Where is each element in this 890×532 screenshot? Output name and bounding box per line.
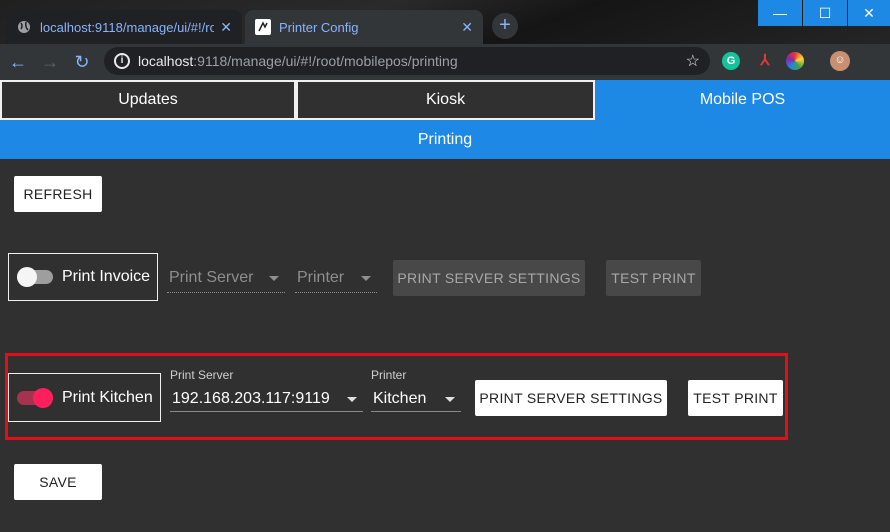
close-tab-icon[interactable]: ✕ <box>220 19 232 36</box>
forward-arrow-icon[interactable]: → <box>40 52 60 72</box>
main-nav-tabs: Updates Kiosk Mobile POS <box>0 80 890 120</box>
print-kitchen-label: Print Kitchen <box>62 388 153 406</box>
color-wheel-icon[interactable] <box>786 52 804 70</box>
url-text: localhost:9118/manage/ui/#!/root/mobilep… <box>138 53 458 69</box>
invoice-print-server-placeholder: Print Server <box>169 269 254 286</box>
tab-updates[interactable]: Updates <box>0 80 296 120</box>
profile-avatar[interactable]: ☺ <box>830 51 850 71</box>
chevron-down-icon <box>269 276 279 281</box>
pdf-icon[interactable]: ⅄ <box>756 52 774 70</box>
tab-title: Printer Config <box>279 19 359 35</box>
print-kitchen-toggle-group[interactable]: Print Kitchen <box>8 373 161 422</box>
kitchen-printer-select[interactable]: Printer Kitchen <box>371 368 461 412</box>
maximize-window-button[interactable]: ☐ <box>803 0 847 26</box>
chevron-down-icon <box>361 276 371 281</box>
invoice-print-server-select[interactable]: Print Server <box>167 262 285 294</box>
print-invoice-label: Print Invoice <box>62 268 151 285</box>
print-invoice-switch[interactable] <box>17 267 53 287</box>
switch-knob <box>33 387 53 408</box>
kitchen-test-print-button[interactable]: TEST PRINT <box>688 380 783 416</box>
browser-tab-localhost[interactable]: localhost:9118/manage/ui/#!/root ✕ <box>6 10 242 44</box>
grammarly-icon[interactable]: G <box>722 52 740 70</box>
select-underline <box>170 411 363 412</box>
invoice-printer-select[interactable]: Printer <box>295 262 377 294</box>
save-button[interactable]: SAVE <box>14 464 102 500</box>
minimize-window-button[interactable]: — <box>758 0 802 26</box>
close-tab-icon[interactable]: ✕ <box>461 19 473 36</box>
close-window-button[interactable]: ✕ <box>848 0 890 26</box>
bookmark-star-icon[interactable]: ☆ <box>686 51 700 71</box>
switch-knob <box>17 267 37 287</box>
address-bar[interactable]: i localhost:9118/manage/ui/#!/root/mobil… <box>104 47 710 75</box>
new-tab-button[interactable]: + <box>492 13 518 39</box>
select-underline <box>167 292 285 293</box>
kitchen-print-server-value: 192.168.203.117:9119 <box>172 390 330 407</box>
kitchen-print-server-label: Print Server <box>170 368 234 382</box>
chevron-down-icon <box>445 397 455 402</box>
select-underline <box>371 411 461 412</box>
site-info-icon[interactable]: i <box>114 53 130 69</box>
chevron-down-icon <box>347 397 357 402</box>
kitchen-printer-label: Printer <box>371 368 407 382</box>
tab-title: localhost:9118/manage/ui/#!/root <box>40 19 215 35</box>
browser-tabstrip: localhost:9118/manage/ui/#!/root ✕ Print… <box>0 0 890 44</box>
invoice-printer-placeholder: Printer <box>297 269 345 286</box>
back-arrow-icon[interactable]: ← <box>8 52 28 72</box>
browser-tab-printer-config[interactable]: Printer Config ✕ <box>245 10 483 44</box>
kitchen-print-server-settings-button[interactable]: PRINT SERVER SETTINGS <box>475 380 667 416</box>
kitchen-print-server-select[interactable]: Print Server 192.168.203.117:9119 <box>170 368 363 412</box>
tab-mobile-pos[interactable]: Mobile POS <box>595 80 890 120</box>
app-logo-icon <box>255 19 271 35</box>
invoice-print-server-settings-button[interactable]: PRINT SERVER SETTINGS <box>393 260 585 296</box>
reload-icon[interactable]: ↻ <box>72 52 92 72</box>
kitchen-printer-value: Kitchen <box>373 390 427 407</box>
select-underline <box>295 292 377 293</box>
subsection-printing[interactable]: Printing <box>0 120 890 159</box>
refresh-button[interactable]: REFRESH <box>14 176 102 212</box>
print-invoice-toggle-group[interactable]: Print Invoice <box>8 253 158 301</box>
globe-icon <box>16 19 32 35</box>
print-kitchen-switch[interactable] <box>17 387 53 408</box>
tab-kiosk[interactable]: Kiosk <box>296 80 595 120</box>
invoice-test-print-button[interactable]: TEST PRINT <box>606 260 701 296</box>
